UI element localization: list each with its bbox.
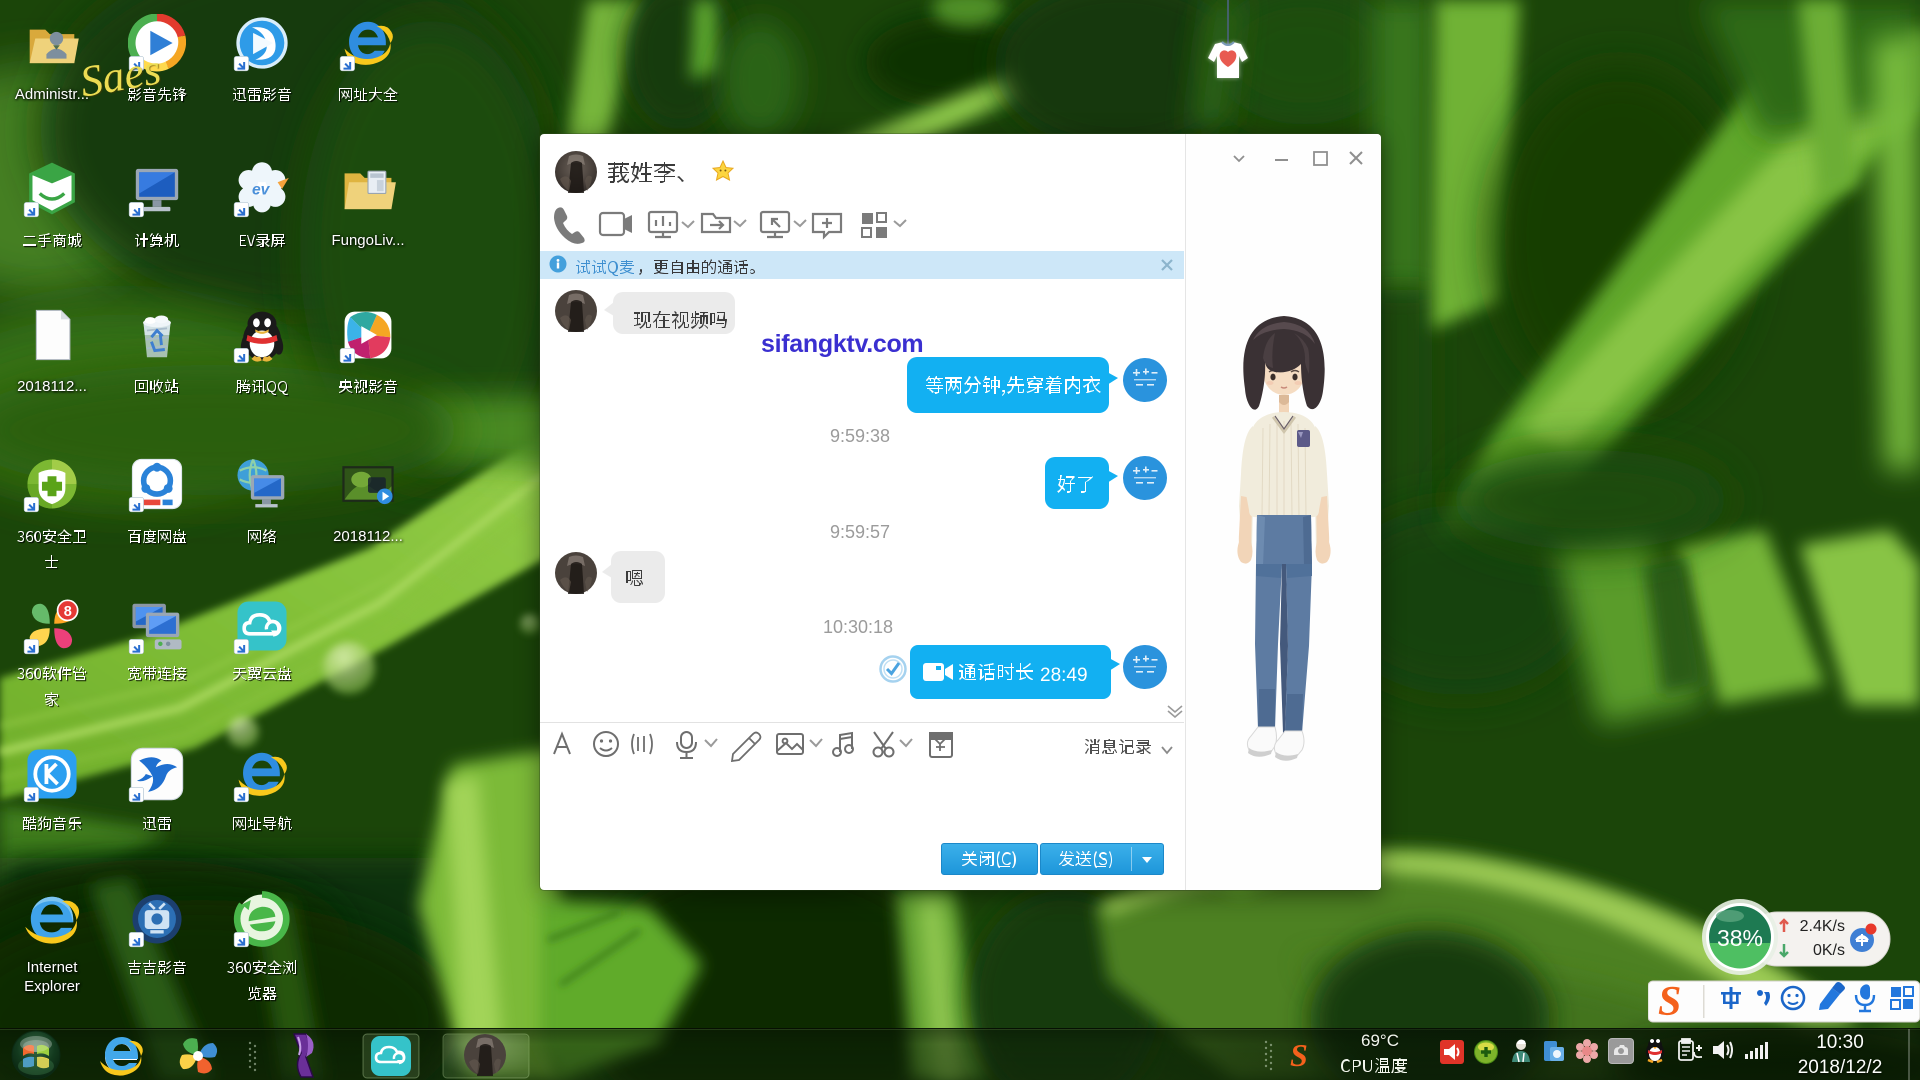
svg-text:S: S: [1290, 1037, 1308, 1073]
svg-text:S: S: [1658, 979, 1681, 1024]
svg-text:ev: ev: [252, 182, 271, 199]
svg-text:38%: 38%: [1717, 925, 1763, 951]
svg-text:2.4K/s: 2.4K/s: [1800, 918, 1845, 935]
svg-text:8: 8: [64, 604, 72, 620]
svg-text:0K/s: 0K/s: [1813, 942, 1845, 959]
